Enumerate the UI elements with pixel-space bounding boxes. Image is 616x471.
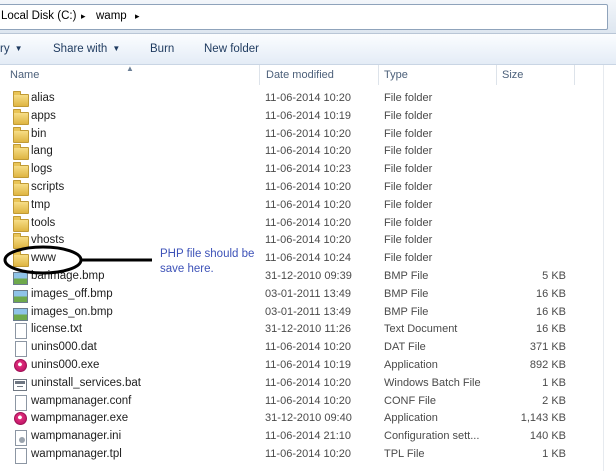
annotation-text: PHP file should be save here. <box>160 248 255 275</box>
highlight-ellipse <box>3 245 83 275</box>
annotation-overlay <box>3 245 152 275</box>
